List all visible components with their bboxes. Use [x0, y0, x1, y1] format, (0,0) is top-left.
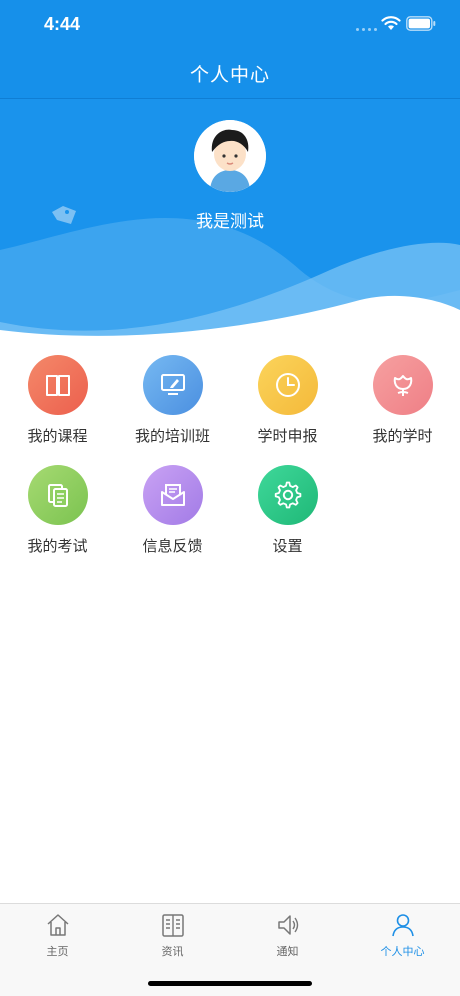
- grid-item-label: 信息反馈: [142, 537, 203, 555]
- news-icon: [162, 914, 184, 937]
- grid-item-feedback[interactable]: 信息反馈: [115, 465, 230, 565]
- grid-item-hours-report[interactable]: 学时申报: [230, 355, 345, 455]
- grid-item-my-hours[interactable]: 我的学时: [345, 355, 460, 455]
- speaker-icon: [278, 915, 299, 935]
- battery-icon: [406, 16, 436, 31]
- tab-news[interactable]: 资讯: [115, 904, 230, 964]
- user-name: 我是测试: [196, 212, 264, 232]
- tab-notifications[interactable]: 通知: [230, 904, 345, 964]
- grid-item-label: 我的学时: [372, 427, 433, 445]
- tab-profile[interactable]: 个人中心: [345, 904, 460, 964]
- tab-label: 个人中心: [380, 945, 425, 958]
- person-icon: [392, 914, 414, 937]
- grid-item-my-classes[interactable]: 我的培训班: [115, 355, 230, 455]
- monitor-pen-icon: [143, 355, 203, 415]
- page-title: 个人中心: [189, 64, 270, 86]
- grid-item-label: 我的课程: [27, 427, 88, 445]
- grid-item-label: 我的培训班: [134, 427, 210, 445]
- envelope-icon: [143, 465, 203, 525]
- home-icon: [47, 914, 69, 936]
- gear-icon: [258, 465, 318, 525]
- flower-icon: [373, 355, 433, 415]
- navigation-bar: 4:44 个人中心: [0, 0, 460, 99]
- status-time: 4:44: [44, 14, 81, 34]
- grid-item-settings[interactable]: 设置: [230, 465, 345, 565]
- grid-item-my-courses[interactable]: 我的课程: [0, 355, 115, 455]
- documents-icon: [28, 465, 88, 525]
- book-icon: [28, 355, 88, 415]
- grid-item-my-exams[interactable]: 我的考试: [0, 465, 115, 565]
- clock-icon: [258, 355, 318, 415]
- wifi-icon: [381, 16, 401, 30]
- grid-item-label: 学时申报: [257, 427, 318, 445]
- grid-item-label: 我的考试: [27, 537, 88, 555]
- user-avatar-icon: [194, 120, 266, 192]
- home-indicator[interactable]: [148, 981, 312, 986]
- grid-item-label: 设置: [272, 537, 303, 555]
- tab-home[interactable]: 主页: [0, 904, 115, 964]
- tab-label: 主页: [46, 945, 69, 958]
- avatar[interactable]: [194, 120, 266, 192]
- signal-dots-icon: [356, 28, 377, 31]
- tab-label: 资讯: [161, 945, 184, 958]
- profile-header: 4:44 个人中心 我是测试: [0, 0, 460, 340]
- tab-label: 通知: [276, 945, 299, 958]
